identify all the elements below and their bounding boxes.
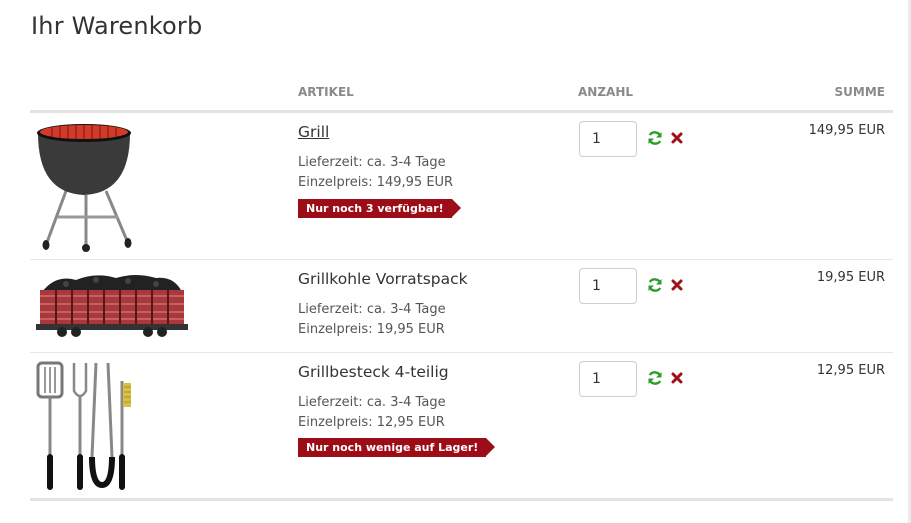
item-name[interactable]: Grillbesteck 4-teilig <box>298 363 449 381</box>
refresh-icon[interactable] <box>647 277 663 293</box>
cart-row-tools: Grillbesteck 4-teilig Lieferzeit: ca. 3-… <box>30 353 893 501</box>
remove-icon[interactable] <box>669 277 685 293</box>
item-sum: 19,95 EUR <box>816 270 885 285</box>
item-sum: 149,95 EUR <box>808 123 885 138</box>
item-unit-price: Einzelpreis: 149,95 EUR <box>298 175 454 190</box>
item-unit-price: Einzelpreis: 19,95 EUR <box>298 322 445 337</box>
item-delivery-time: Lieferzeit: ca. 3-4 Tage <box>298 302 446 317</box>
remove-icon[interactable] <box>669 370 685 386</box>
quantity-input[interactable] <box>579 121 637 157</box>
cart-table: ARTIKEL ANZAHL SUMME Grill Lieferzeit: c… <box>30 80 893 501</box>
quantity-input[interactable] <box>579 268 637 304</box>
item-name-link[interactable]: Grill <box>298 123 329 141</box>
cart-row-grill: Grill Lieferzeit: ca. 3-4 Tage Einzelpre… <box>30 113 893 260</box>
remove-icon[interactable] <box>669 130 685 146</box>
item-sum: 12,95 EUR <box>816 363 885 378</box>
coal-wagon-icon[interactable] <box>36 272 188 342</box>
refresh-icon[interactable] <box>647 130 663 146</box>
cart-row-coal: Grillkohle Vorratspack Lieferzeit: ca. 3… <box>30 260 893 353</box>
refresh-icon[interactable] <box>647 370 663 386</box>
bbq-tools-icon[interactable] <box>36 361 136 497</box>
stock-badge: Nur noch 3 verfügbar! <box>298 199 461 218</box>
column-header-quantity: ANZAHL <box>578 85 634 99</box>
item-unit-price: Einzelpreis: 12,95 EUR <box>298 415 445 430</box>
grill-icon[interactable] <box>36 121 136 257</box>
stock-badge: Nur noch wenige auf Lager! <box>298 438 496 457</box>
item-name[interactable]: Grillkohle Vorratspack <box>298 270 468 288</box>
column-header-sum: SUMME <box>834 85 885 99</box>
quantity-input[interactable] <box>579 361 637 397</box>
page-title: Ihr Warenkorb <box>31 12 203 40</box>
item-delivery-time: Lieferzeit: ca. 3-4 Tage <box>298 155 446 170</box>
table-header: ARTIKEL ANZAHL SUMME <box>30 80 893 113</box>
column-header-article: ARTIKEL <box>298 85 354 99</box>
item-delivery-time: Lieferzeit: ca. 3-4 Tage <box>298 395 446 410</box>
